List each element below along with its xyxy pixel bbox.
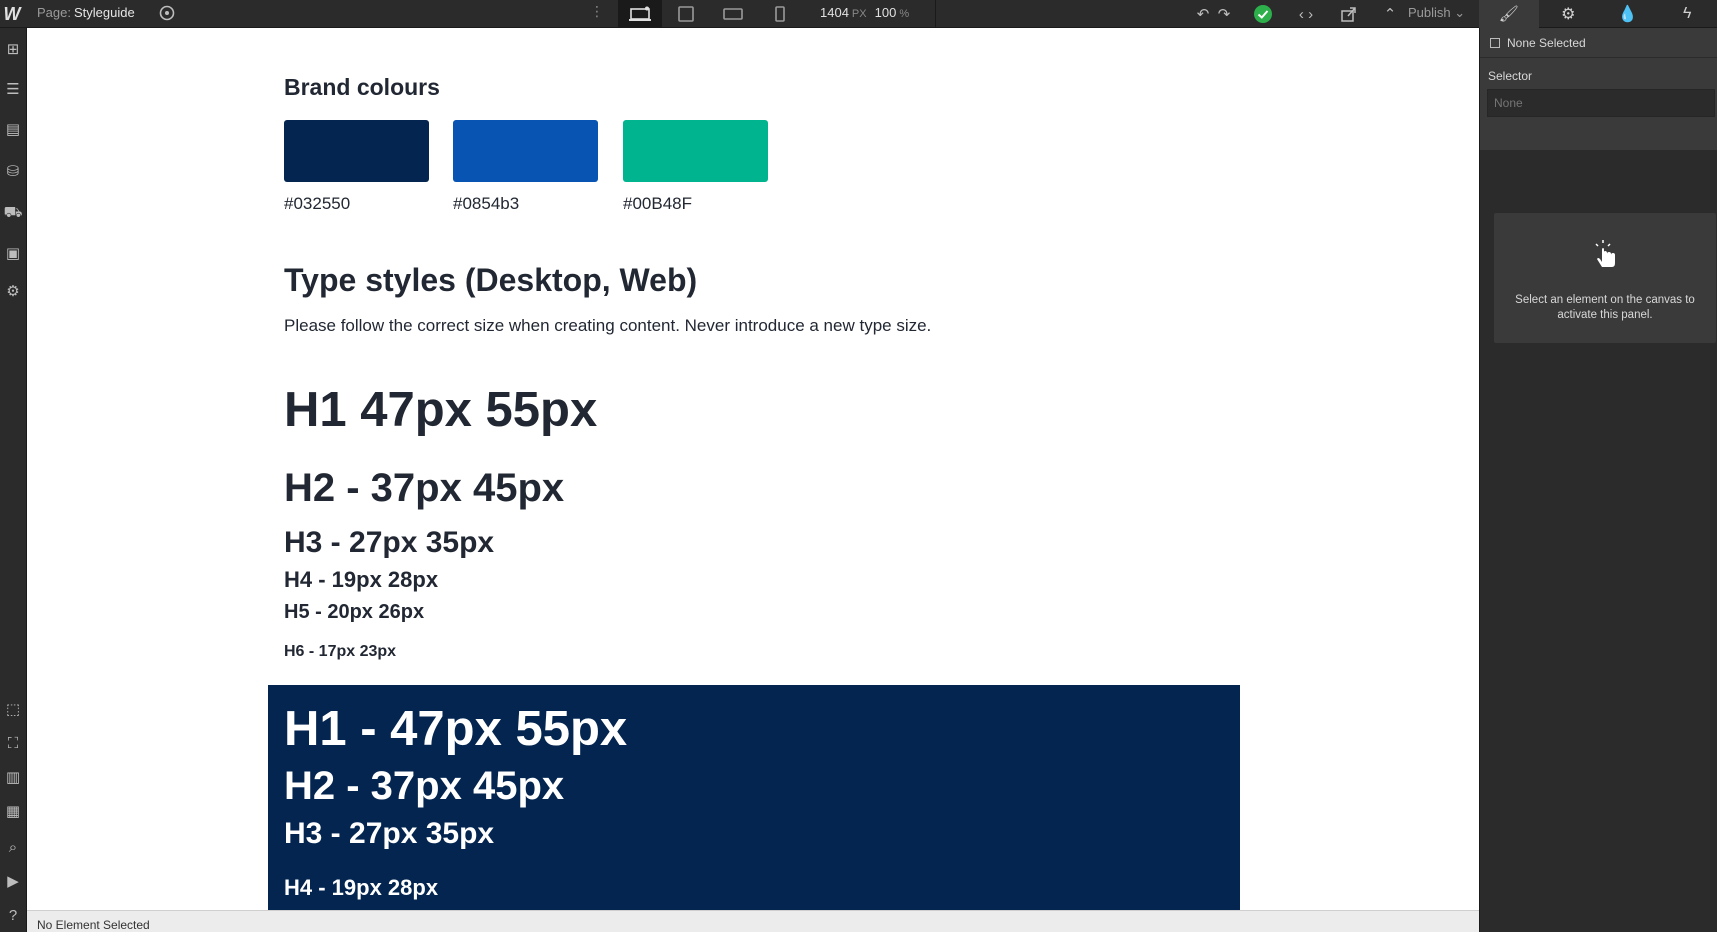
tab-style[interactable]: 🖌 xyxy=(1479,0,1539,28)
zoom-value: 100 xyxy=(874,5,897,20)
redo-icon[interactable]: ↷ xyxy=(1212,2,1236,26)
page-switcher[interactable]: Page: Styleguide xyxy=(37,5,135,20)
layout-preview-icon[interactable]: ▦ xyxy=(0,798,26,824)
dark-sample-h3[interactable]: H3 - 27px 35px xyxy=(284,817,494,851)
desktop-view-button[interactable] xyxy=(618,0,662,28)
sample-h1[interactable]: H1 47px 55px xyxy=(284,382,597,438)
dark-sample-h2[interactable]: H2 - 37px 45px xyxy=(284,764,564,809)
navigator-icon[interactable]: ☰ xyxy=(0,76,26,102)
sample-h5[interactable]: H5 - 20px 26px xyxy=(284,601,424,624)
eye-icon[interactable] xyxy=(158,4,176,22)
type-styles-intro[interactable]: Please follow the correct size when crea… xyxy=(284,316,931,336)
swatch-label-green[interactable]: #00B48F xyxy=(623,194,692,214)
select-element-icon[interactable]: ⬚ xyxy=(0,696,26,722)
top-toolbar: W Page: Styleguide ⋮ 1404 PX 100% ↶ ↷ ‹ › ⌃… xyxy=(0,0,1717,28)
left-toolbar: ⊞ ☰ ▤ ⛁ ⛟ ▣ ⚙ ⬚ ⛶ ▥ ▦ ⌕ ▶ ? xyxy=(0,28,27,932)
help-icon[interactable]: ? xyxy=(0,902,26,928)
video-tutorials-icon[interactable]: ▶ xyxy=(0,868,26,894)
page-label: Page: xyxy=(37,5,71,20)
ecommerce-cart-icon[interactable]: ⛟ xyxy=(0,200,26,226)
webflow-logo[interactable]: W xyxy=(0,0,24,28)
swatch-green[interactable] xyxy=(623,120,768,182)
sample-h3[interactable]: H3 - 27px 35px xyxy=(284,526,494,560)
add-icon[interactable]: ⊞ xyxy=(0,36,26,62)
tablet-icon xyxy=(678,6,694,22)
sample-h4[interactable]: H4 - 19px 28px xyxy=(284,567,438,593)
droplets-icon: 💧 xyxy=(1617,6,1638,23)
gear-icon: ⚙ xyxy=(1561,6,1576,23)
pointer-hand-icon xyxy=(1590,238,1620,270)
dark-sample-h4[interactable]: H4 - 19px 28px xyxy=(284,875,438,901)
code-icon[interactable]: ‹ › xyxy=(1294,2,1318,26)
brand-colours-heading[interactable]: Brand colours xyxy=(284,74,440,101)
none-selected-checkbox[interactable] xyxy=(1490,38,1500,48)
settings-gear-icon[interactable]: ⚙ xyxy=(0,278,26,304)
sample-h6[interactable]: H6 - 17px 23px xyxy=(284,643,396,661)
paintbrush-icon: 🖌 xyxy=(1498,6,1519,23)
tab-settings[interactable]: ⚙ xyxy=(1539,0,1599,28)
lightning-icon: ϟ xyxy=(1683,5,1692,22)
preview-selection-icon[interactable]: ⛶ xyxy=(0,730,26,756)
mobile-portrait-view-button[interactable] xyxy=(758,0,802,28)
mobile-landscape-view-button[interactable] xyxy=(711,0,755,28)
design-canvas[interactable]: Brand colours #032550 #0854b3 #00B48F Ty… xyxy=(27,28,1479,910)
swatch-label-blue[interactable]: #0854b3 xyxy=(453,194,519,214)
page-name: Styleguide xyxy=(73,5,135,20)
toolbar-divider xyxy=(935,0,936,28)
mobile-portrait-icon xyxy=(775,6,785,22)
tab-interactions[interactable]: ϟ xyxy=(1658,0,1717,28)
desktop-icon xyxy=(629,6,651,21)
empty-state-card: Select an element on the canvas to activ… xyxy=(1494,213,1716,343)
canvas-width: 1404 xyxy=(820,5,849,20)
cms-icon[interactable]: ⛁ xyxy=(0,158,26,184)
grid-overlay-icon[interactable]: ▥ xyxy=(0,764,26,790)
panel-tabs: 🖌 ⚙ 💧 ϟ xyxy=(1479,0,1717,28)
empty-state-text: Select an element on the canvas to activ… xyxy=(1515,294,1695,321)
swatch-blue[interactable] xyxy=(453,120,598,182)
export-icon[interactable] xyxy=(1337,2,1361,26)
dark-background-section[interactable]: H1 - 47px 55px H2 - 37px 45px H3 - 27px … xyxy=(268,685,1240,910)
publish-label: Publish xyxy=(1408,5,1451,20)
swatch-label-navy[interactable]: #032550 xyxy=(284,194,350,214)
rocket-icon: ⌃ xyxy=(1383,6,1397,23)
selector-section: None Selected Selector xyxy=(1480,28,1717,150)
panel-divider xyxy=(1480,57,1717,58)
search-icon[interactable]: ⌕ xyxy=(0,834,26,860)
sample-h2[interactable]: H2 - 37px 45px xyxy=(284,466,564,511)
chevron-down-icon: ⌄ xyxy=(1454,5,1466,20)
width-unit: PX xyxy=(851,8,867,20)
published-status-icon[interactable] xyxy=(1251,2,1275,26)
dark-sample-h1[interactable]: H1 - 47px 55px xyxy=(284,701,627,757)
zoom-unit: % xyxy=(899,8,910,20)
none-selected-label: None Selected xyxy=(1507,36,1586,50)
status-bar: No Element Selected xyxy=(27,910,1479,932)
selector-label: Selector xyxy=(1488,69,1533,83)
style-panel: None Selected Selector Select an element… xyxy=(1479,28,1717,932)
assets-icon[interactable]: ▣ xyxy=(0,240,26,266)
mobile-landscape-icon xyxy=(723,8,743,20)
more-options-icon[interactable]: ⋮ xyxy=(590,3,604,20)
canvas-size-readout[interactable]: 1404 PX 100% xyxy=(820,5,917,20)
publish-button[interactable]: Publish ⌄ xyxy=(1408,5,1465,21)
pages-icon[interactable]: ▤ xyxy=(0,116,26,142)
tab-style-manager[interactable]: 💧 xyxy=(1598,0,1658,28)
tablet-view-button[interactable] xyxy=(664,0,708,28)
type-styles-heading[interactable]: Type styles (Desktop, Web) xyxy=(284,262,697,299)
selector-input[interactable] xyxy=(1487,89,1715,117)
swatch-navy[interactable] xyxy=(284,120,429,182)
status-text: No Element Selected xyxy=(37,918,150,932)
